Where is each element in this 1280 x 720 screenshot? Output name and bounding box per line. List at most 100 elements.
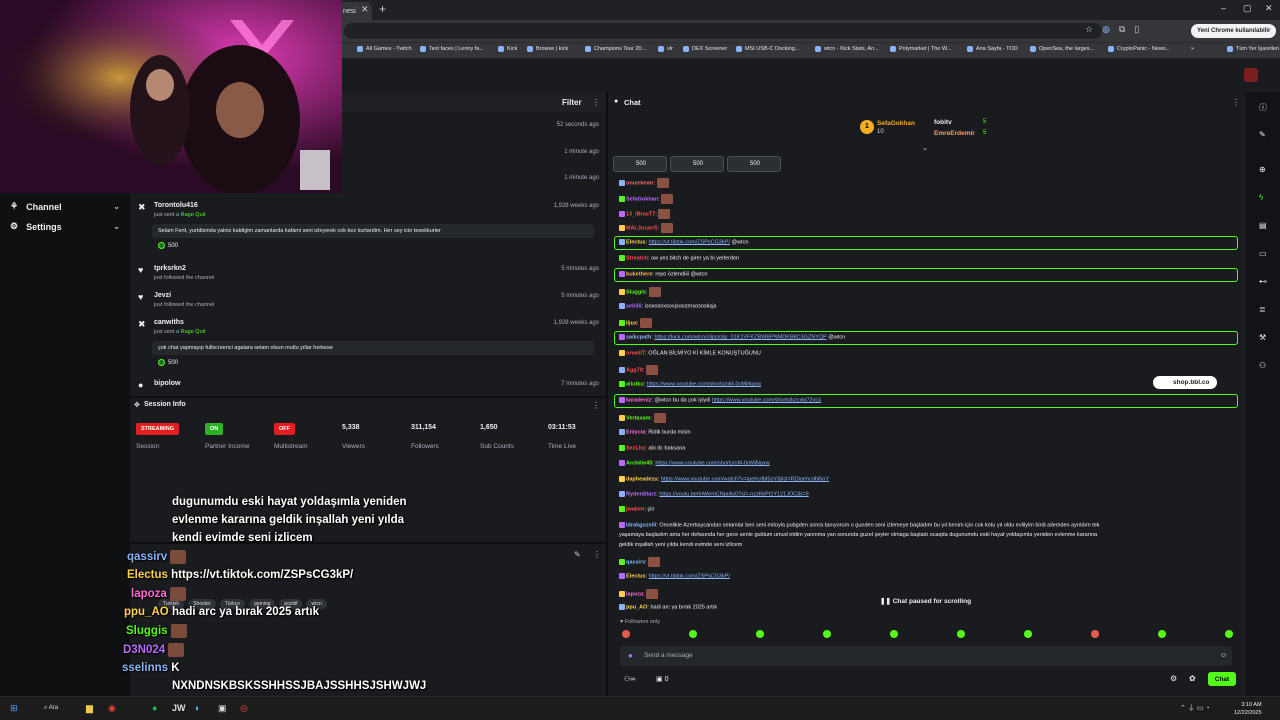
leader-name[interactable]: EmreErdemir	[934, 130, 975, 137]
chat-username[interactable]: SefaGokhan	[626, 196, 658, 202]
file-explorer-icon[interactable]: ▆	[86, 703, 93, 714]
bookmark-item[interactable]: OpenSea, the larges...	[1030, 46, 1094, 52]
chat-link[interactable]: https://vt.tiktok.com/ZSPsCG3kP/	[649, 239, 730, 245]
chrome-icon[interactable]: ◉	[108, 703, 116, 714]
chat-username[interactable]: aliutku	[626, 381, 644, 387]
gift-pin[interactable]: 500	[727, 156, 781, 172]
chat-username[interactable]: qassirv	[626, 559, 645, 565]
bookmark-item[interactable]: CryptoPanic - News...	[1108, 46, 1170, 52]
wrench-icon[interactable]: ⚒	[1259, 333, 1266, 342]
feed-username[interactable]: bipolow	[154, 380, 180, 387]
chat-username[interactable]: lijux	[626, 320, 637, 326]
chat-username[interactable]: 13_iBrasT7	[626, 211, 655, 217]
chat-menu-icon[interactable]: ⋮	[1232, 98, 1240, 107]
extension-icon[interactable]: ◍	[1102, 24, 1110, 35]
chat-username[interactable]: ldrakgozelli	[626, 522, 656, 528]
filter-button[interactable]: Filter	[562, 98, 582, 107]
bookmark-item[interactable]: Champions Tour 20...	[585, 46, 646, 52]
bookmark-item[interactable]: wtcn - Kick Stats, An...	[815, 46, 879, 52]
stream-menu-icon[interactable]: ⋮	[593, 550, 601, 559]
sidepanel-icon[interactable]: ▯	[1134, 24, 1139, 35]
chat-send-button[interactable]: Chat	[1208, 672, 1236, 686]
chat-username[interactable]: karadeniz	[626, 397, 651, 403]
edit-icon[interactable]: ✎	[574, 550, 581, 559]
reaction-emote[interactable]	[756, 630, 764, 638]
reaction-emote[interactable]	[1225, 630, 1233, 638]
minimize-icon[interactable]: –	[1221, 3, 1226, 13]
reaction-emote[interactable]	[622, 630, 630, 638]
feed-username[interactable]: Torontolu416	[154, 202, 198, 209]
bookmark-item[interactable]: DEX Screener	[683, 46, 727, 52]
chat-username[interactable]: sebilli	[626, 303, 642, 309]
chat-link[interactable]: https://youtu.be/mWemCNprAs0?si=-nzzKkPt…	[659, 491, 808, 497]
chat-username[interactable]: onurrkemr	[626, 180, 654, 186]
chat-username[interactable]: Vertaxam	[626, 415, 650, 421]
bookmark-star-icon[interactable]: ☆	[1085, 24, 1093, 35]
bookmark-item[interactable]: Polymarket | The W...	[890, 46, 951, 52]
chat-paused-banner[interactable]: ❚❚ Chat paused for scrolling	[880, 597, 971, 605]
chat-link[interactable]: https://www.youtube.com/shorts/oM-0oMjNg…	[647, 381, 761, 387]
info-icon[interactable]: ⓘ	[1259, 102, 1267, 113]
partner-income-badge[interactable]: ON	[205, 423, 224, 435]
reaction-emote[interactable]	[1091, 630, 1099, 638]
leader-name[interactable]: fobitv	[934, 119, 952, 126]
new-tab-icon[interactable]: +	[379, 2, 386, 16]
reaction-emote[interactable]	[823, 630, 831, 638]
jw-icon[interactable]: JW	[172, 703, 186, 713]
bookmark-item[interactable]: Text faces | Lenny fa...	[420, 46, 484, 52]
chat-username[interactable]: Sluggis	[626, 289, 646, 295]
reaction-emote[interactable]	[689, 630, 697, 638]
nav-channel[interactable]: ⚘ Channel ⌄	[10, 201, 120, 212]
app-icon[interactable]: ▣	[218, 703, 227, 714]
session-menu-icon[interactable]: ⋮	[592, 401, 600, 410]
chat-link[interactable]: https://www.youtube.com/shorts/kzcxlg72v…	[712, 397, 821, 403]
windows-start-icon[interactable]: ⊞	[10, 703, 18, 714]
obs-icon[interactable]: ◎	[240, 703, 248, 714]
link-icon[interactable]: ⊷	[1259, 277, 1267, 286]
reaction-emote[interactable]	[1024, 630, 1032, 638]
chat-username[interactable]: jwaken	[626, 506, 644, 512]
chat-username[interactable]: dapheadezu	[626, 476, 658, 482]
chrome-update-button[interactable]: Yeni Chrome kullanılabilir	[1191, 24, 1277, 38]
users-icon[interactable]: ⚇	[1259, 361, 1266, 370]
document-icon[interactable]: ▤	[1259, 221, 1267, 230]
chat-username[interactable]: MAL3uzarr5	[626, 225, 657, 231]
user-avatar[interactable]	[1244, 68, 1258, 82]
steam-icon[interactable]: ◐	[195, 703, 200, 713]
chat-username[interactable]: ppu_AO	[626, 604, 647, 610]
chat-username[interactable]: Archilie45	[626, 460, 652, 466]
chrome-menu-icon[interactable]: ⋮	[1267, 25, 1276, 36]
chat-username[interactable]: Electus	[626, 573, 646, 579]
target-icon[interactable]: ⊕	[1259, 165, 1266, 174]
system-clock[interactable]: 3:10 AM 12/22/2025	[1234, 701, 1262, 717]
puzzle-icon[interactable]: ⧉	[1119, 24, 1125, 35]
nav-settings[interactable]: ⚙ Settings ⌄	[10, 221, 120, 232]
chat-username[interactable]: RydenStarz	[626, 491, 656, 497]
bookmark-item[interactable]: Ana Sayfa - TOD	[967, 46, 1018, 52]
chat-icon[interactable]: ▭	[1259, 249, 1267, 258]
chat-username[interactable]: Electus	[626, 239, 646, 245]
mic-icon[interactable]: ●	[628, 651, 633, 660]
stack-icon[interactable]: ≣	[1259, 305, 1266, 314]
expand-icon[interactable]: ⌄	[922, 144, 928, 152]
chat-link[interactable]: https://kick.com/wtcn/clips/clip_01K1VFK…	[654, 334, 826, 340]
bookmark-item[interactable]: MSI USB-C Docking...	[736, 46, 799, 52]
users-icon[interactable]: ⚇∞	[624, 675, 635, 683]
chat-username[interactable]: Enlycia	[626, 429, 645, 435]
reaction-emote[interactable]	[890, 630, 898, 638]
emoji-icon[interactable]: ☺	[1220, 652, 1227, 659]
chat-input[interactable]: Send a message	[620, 646, 1232, 666]
chat-username[interactable]: Streatch	[626, 255, 648, 261]
chat-settings-icon[interactable]: ⚙	[1170, 674, 1177, 683]
leader-name[interactable]: SefaGokhan	[877, 120, 915, 127]
chat-username[interactable]: lapoza	[626, 591, 643, 597]
bookmark-item[interactable]: All Games - Twitch	[357, 46, 412, 52]
feed-menu-icon[interactable]: ⋮	[592, 98, 600, 107]
lightning-icon[interactable]: ϟ	[1259, 193, 1263, 202]
feed-username[interactable]: tprksrkn2	[154, 265, 186, 272]
feed-username[interactable]: canwiths	[154, 319, 184, 326]
gift-pin[interactable]: 500	[613, 156, 667, 172]
pen-icon[interactable]: ✎	[1259, 130, 1266, 139]
multistream-badge[interactable]: OFF	[274, 423, 295, 435]
reaction-emote[interactable]	[957, 630, 965, 638]
